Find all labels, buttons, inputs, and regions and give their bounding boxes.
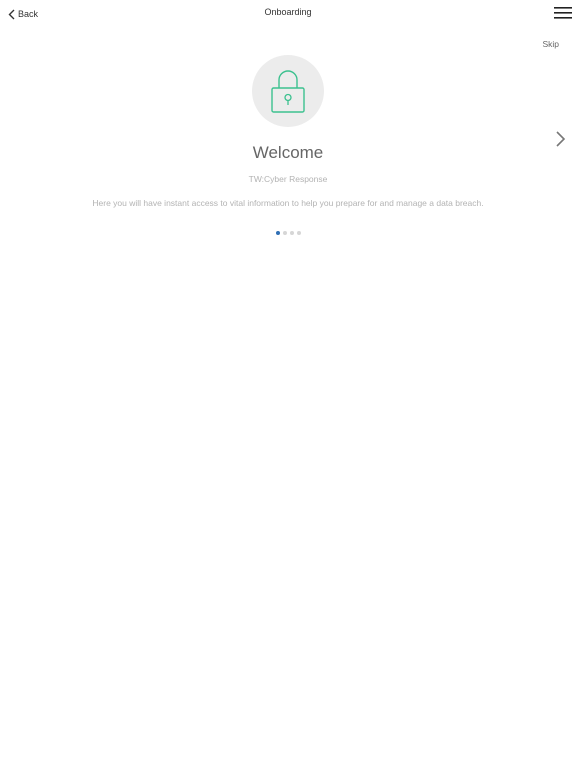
page-dot[interactable] [282,231,287,235]
slide-description: Here you will have instant access to vit… [92,198,484,208]
hero-icon-circle [252,55,324,127]
nav-bar: Back Onboarding [0,0,576,28]
page-title: Onboarding [264,7,312,17]
slide-subtitle: TW:Cyber Response [248,174,328,184]
page-indicator [0,231,576,235]
page-dot[interactable] [275,231,280,235]
hamburger-menu-icon[interactable] [554,6,572,20]
page-dot[interactable] [296,231,301,235]
page-dot[interactable] [289,231,294,235]
lock-icon [271,70,305,113]
skip-button[interactable]: Skip [542,39,559,49]
slide-title: Welcome [252,143,324,162]
